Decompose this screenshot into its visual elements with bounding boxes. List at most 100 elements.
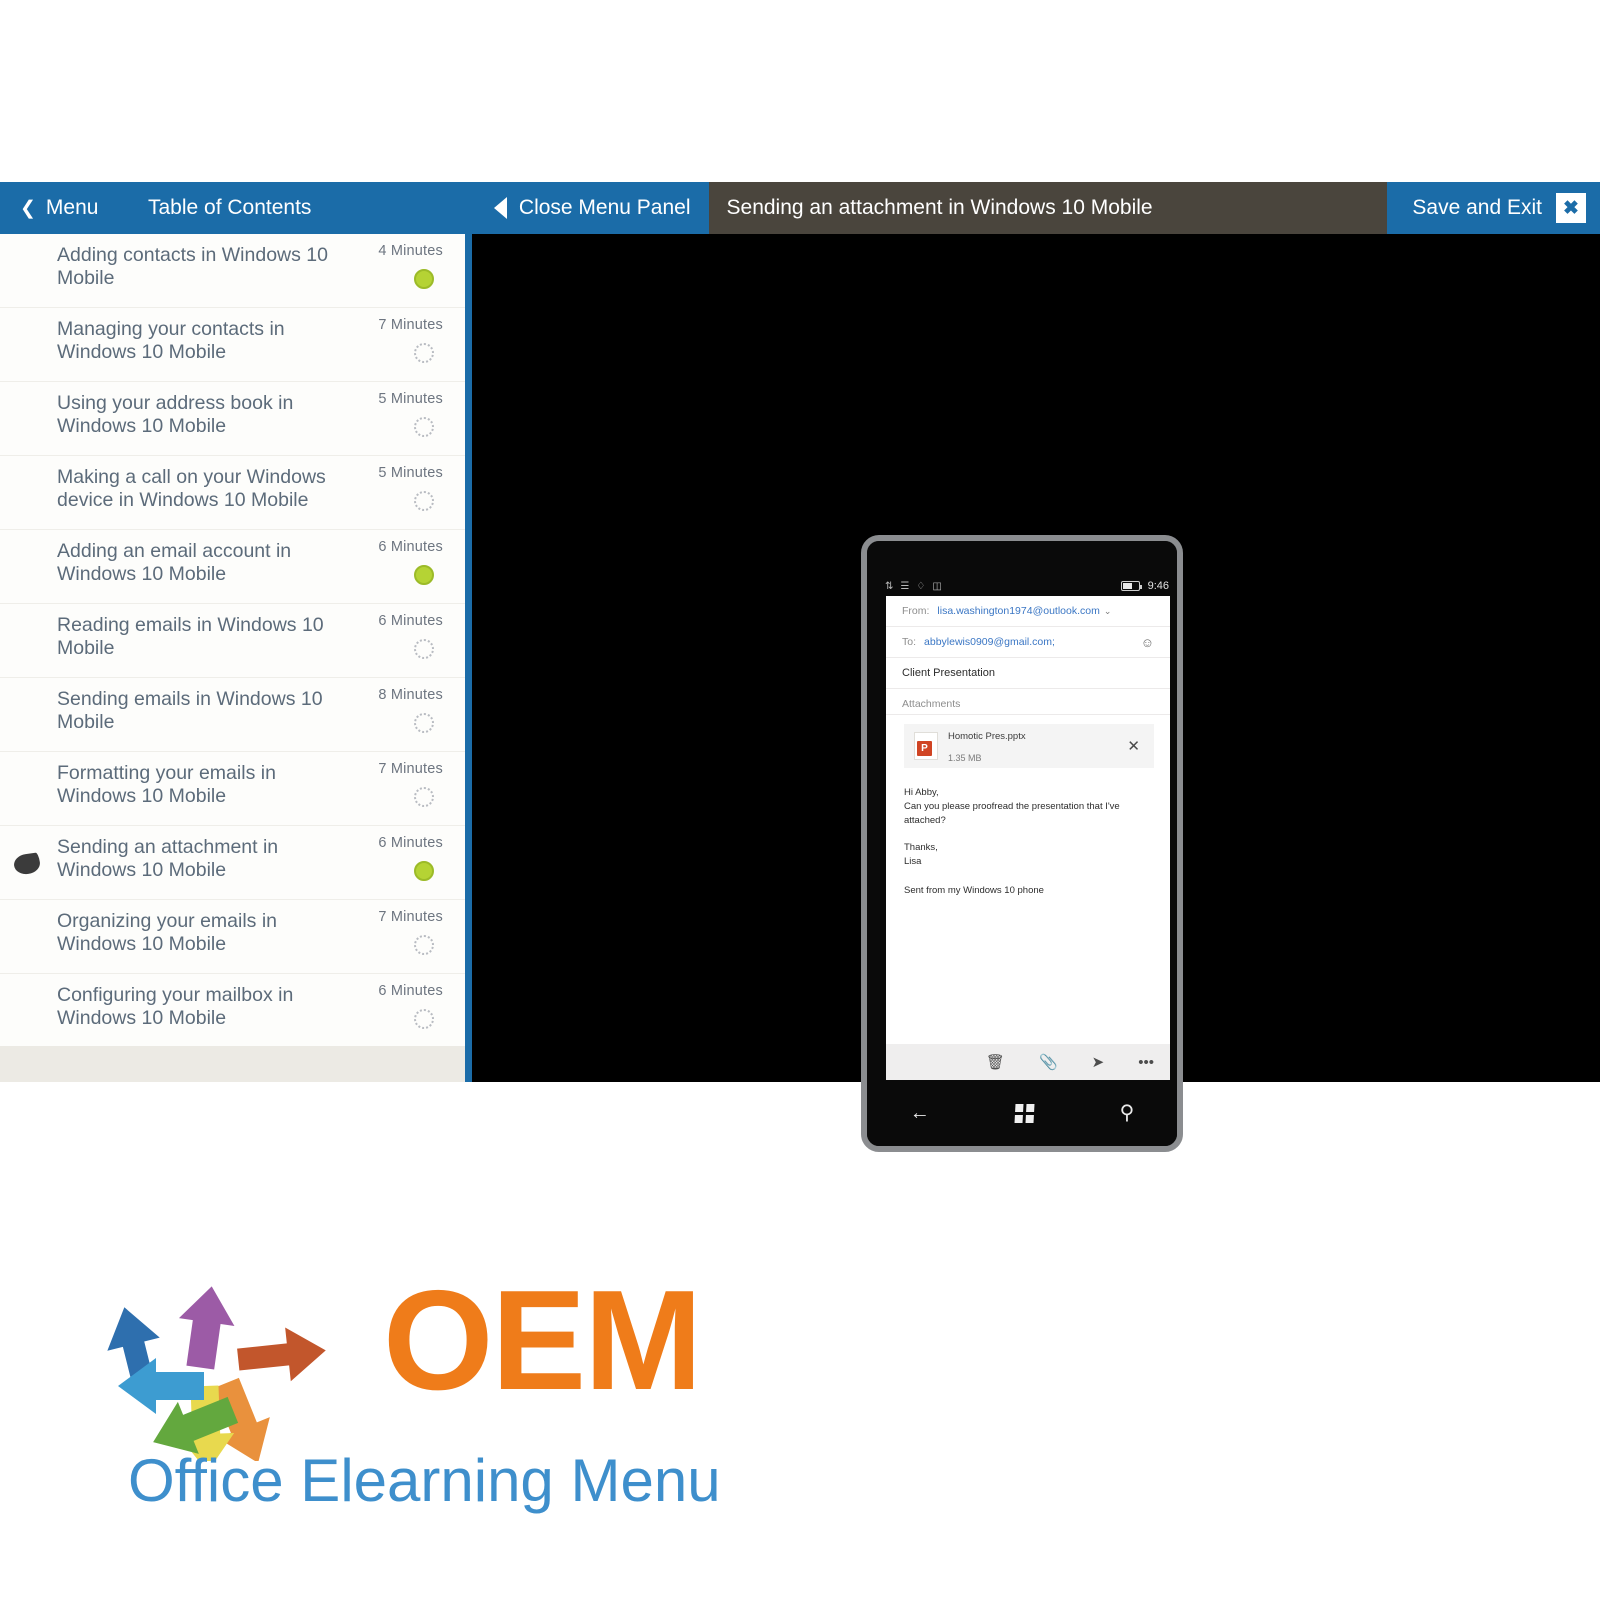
status-complete-icon (414, 565, 434, 585)
arrow-swirl-icon (107, 1286, 326, 1461)
table-of-contents-list[interactable]: Adding contacts in Windows 10 Mobile 4 Mi… (0, 234, 465, 1046)
to-value: abbylewis0909@gmail.com; (924, 636, 1055, 648)
table-of-contents-title: Table of Contents (148, 182, 468, 234)
table-of-contents-label: Table of Contents (148, 196, 312, 219)
toc-item-duration: 8 Minutes (378, 687, 443, 703)
status-left-icons: ⇅ ☰ ♢ ◫ (879, 581, 942, 592)
send-icon[interactable]: ➤ (1092, 1055, 1105, 1070)
status-right-icons: 9:46 (1120, 580, 1177, 592)
toc-item-1[interactable]: Managing your contacts in Windows 10 Mob… (0, 308, 465, 382)
close-menu-panel-label: Close Menu Panel (518, 196, 691, 219)
toc-item-label: Reading emails in Windows 10 Mobile (57, 614, 324, 659)
windows-logo-icon[interactable] (1014, 1103, 1035, 1123)
close-menu-panel-button[interactable]: Close Menu Panel (493, 182, 709, 234)
close-icon[interactable]: ✖ (1556, 193, 1587, 223)
toc-item-7[interactable]: Formatting your emails in Windows 10 Mob… (0, 752, 465, 826)
from-row[interactable]: From: lisa.washington1974@outlook.com ⌄ (886, 596, 1170, 627)
toc-item-5[interactable]: Reading emails in Windows 10 Mobile 6 Min… (0, 604, 465, 678)
toc-item-0[interactable]: Adding contacts in Windows 10 Mobile 4 Mi… (0, 234, 465, 308)
toc-item-label: Managing your contacts in Windows 10 Mob… (57, 318, 285, 363)
triangle-left-icon (493, 197, 507, 219)
remove-attachment-icon[interactable]: ✕ (1127, 737, 1146, 755)
panel-divider (465, 234, 472, 1082)
status-incomplete-icon (414, 491, 434, 511)
toc-item-duration: 7 Minutes (378, 909, 443, 925)
vibrate-icon: ☰ (900, 580, 910, 592)
toc-item-2[interactable]: Using your address book in Windows 10 Mo… (0, 382, 465, 456)
delete-icon[interactable]: 🗑 (986, 1055, 1005, 1070)
toc-item-label: Sending an attachment in Windows 10 Mobi… (57, 836, 279, 881)
chevron-down-icon[interactable]: ⌄ (1104, 606, 1112, 617)
current-lesson-marker-icon (12, 852, 42, 876)
save-and-exit-button[interactable]: Save and Exit (1412, 196, 1542, 220)
attach-icon[interactable]: 📎 (1039, 1055, 1058, 1070)
toc-item-3[interactable]: Making a call on your Windows device in … (0, 456, 465, 530)
status-incomplete-icon (414, 639, 434, 659)
toc-item-duration: 5 Minutes (378, 391, 443, 407)
powerpoint-file-icon (914, 732, 938, 760)
oem-tagline: Office Elearning Menu (128, 1447, 721, 1514)
status-incomplete-icon (414, 787, 434, 807)
search-icon[interactable]: ⚲ (1120, 1103, 1135, 1123)
toc-item-label: Configuring your mailbox in Windows 10 M… (57, 984, 294, 1029)
menu-button[interactable]: ❮ Menu (0, 182, 148, 234)
status-incomplete-icon (414, 1009, 434, 1029)
toc-item-duration: 7 Minutes (378, 317, 443, 333)
phone-status-bar: ⇅ ☰ ♢ ◫ 9:46 (879, 576, 1177, 596)
to-label: To: (902, 636, 917, 648)
toc-item-duration: 6 Minutes (378, 539, 443, 555)
attachment-card[interactable]: Homotic Pres.pptx 1.35 MB ✕ (904, 724, 1154, 768)
to-row[interactable]: To: abbylewis0909@gmail.com; ☺ (886, 627, 1170, 658)
toc-item-duration: 6 Minutes (378, 983, 443, 999)
mail-toolbar: 🗑 📎 ➤ ••• (886, 1044, 1170, 1080)
toc-item-6[interactable]: Sending emails in Windows 10 Mobile 8 Min… (0, 678, 465, 752)
more-options-icon[interactable]: ••• (1138, 1055, 1154, 1070)
bluetooth-icon: ⇅ (885, 580, 894, 592)
toc-item-8[interactable]: Sending an attachment in Windows 10 Mobi… (0, 826, 465, 900)
toc-item-label: Sending emails in Windows 10 Mobile (57, 688, 323, 733)
top-bar: ❮ Menu Table of Contents Close Menu Pane… (0, 182, 1600, 234)
toc-item-label: Making a call on your Windows device in … (57, 466, 326, 511)
lesson-title: Sending an attachment in Windows 10 Mobi… (726, 196, 1153, 219)
toc-item-10[interactable]: Configuring your mailbox in Windows 10 M… (0, 974, 465, 1046)
phone-mockup: ⇅ ☰ ♢ ◫ 9:46 From: lisa.washington1974@o… (861, 535, 1183, 1152)
toc-item-label: Formatting your emails in Windows 10 Mob… (57, 762, 276, 807)
signal-icon: ◫ (932, 580, 942, 592)
toc-item-4[interactable]: Adding an email account in Windows 10 Mo… (0, 530, 465, 604)
attachment-size: 1.35 MB (948, 753, 982, 763)
menu-button-label: Menu (45, 196, 99, 219)
chevron-left-icon: ❮ (20, 197, 36, 219)
battery-icon (1120, 581, 1142, 591)
attachment-meta: Homotic Pres.pptx 1.35 MB (948, 724, 1026, 767)
back-icon[interactable]: ← (910, 1103, 930, 1123)
toc-item-duration: 6 Minutes (378, 613, 443, 629)
status-incomplete-icon (414, 713, 434, 733)
wifi-icon: ♢ (916, 580, 926, 592)
oem-logo: OEM Office Elearning Menu (88, 1258, 738, 1518)
phone-nav-bar: ← ⚲ (867, 1080, 1177, 1146)
status-time: 9:46 (1147, 580, 1169, 592)
from-label: From: (902, 605, 930, 617)
toc-item-duration: 7 Minutes (378, 761, 443, 777)
attachment-name: Homotic Pres.pptx (948, 731, 1026, 743)
toc-item-9[interactable]: Organizing your emails in Windows 10 Mob… (0, 900, 465, 974)
subject-field[interactable]: Client Presentation (886, 658, 1170, 689)
toc-item-label: Organizing your emails in Windows 10 Mob… (57, 910, 278, 955)
lesson-stage: ⇅ ☰ ♢ ◫ 9:46 From: lisa.washington1974@o… (472, 234, 1600, 1152)
toc-item-label: Adding contacts in Windows 10 Mobile (57, 244, 328, 289)
toc-item-label: Using your address book in Windows 10 Mo… (57, 392, 294, 437)
attachments-label: Attachments (886, 689, 1170, 715)
course-player-window: ❮ Menu Table of Contents Close Menu Pane… (0, 182, 1600, 1152)
toc-item-label: Adding an email account in Windows 10 Mo… (57, 540, 292, 585)
status-incomplete-icon (414, 417, 434, 437)
add-contact-icon[interactable]: ☺ (1141, 635, 1154, 650)
mail-body[interactable]: Hi Abby, Can you please proofread the pr… (886, 768, 1170, 869)
lesson-title-bar: Sending an attachment in Windows 10 Mobi… (708, 182, 1387, 234)
status-complete-icon (414, 269, 434, 289)
oem-wordmark: OEM (383, 1261, 702, 1420)
mail-compose-screen: From: lisa.washington1974@outlook.com ⌄ … (886, 596, 1170, 1044)
status-incomplete-icon (414, 935, 434, 955)
topbar-actions: Save and Exit ✖ (1387, 182, 1600, 234)
from-value: lisa.washington1974@outlook.com (937, 605, 1100, 617)
